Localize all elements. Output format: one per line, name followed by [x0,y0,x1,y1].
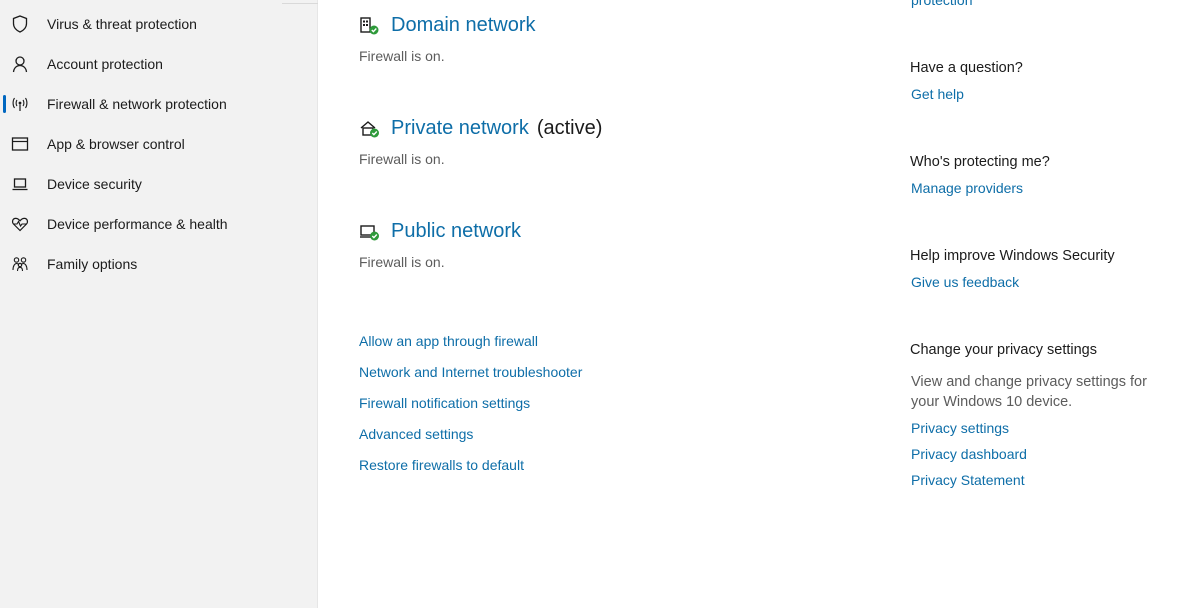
privacy-statement-link[interactable]: Privacy Statement [911,472,1025,488]
person-icon [10,54,30,74]
manage-providers-link[interactable]: Manage providers [911,180,1023,196]
privacy-description: View and change privacy settings for you… [911,374,1147,410]
private-network-title: Private network (active) [391,117,602,140]
sidebar-item-virus-threat-protection[interactable]: Virus & threat protection [0,4,318,44]
improve-heading: Help improve Windows Security [910,248,1115,264]
heart-pulse-icon [10,214,30,234]
antenna-icon [10,94,30,114]
domain-network-status: Firewall is on. [359,48,445,64]
protection-link-partial[interactable]: protection [911,0,972,8]
domain-network-link[interactable]: Domain network [391,14,536,37]
firewall-notification-settings-link[interactable]: Firewall notification settings [359,395,530,411]
private-network-icon [359,119,381,139]
public-network-icon [359,222,381,242]
sidebar-item-account-protection[interactable]: Account protection [0,44,318,84]
domain-network-icon [359,16,381,36]
private-network-status: Firewall is on. [359,151,445,167]
shield-icon [10,14,30,34]
privacy-settings-link[interactable]: Privacy settings [911,420,1009,436]
privacy-heading: Change your privacy settings [910,342,1097,358]
give-feedback-link[interactable]: Give us feedback [911,274,1019,290]
sidebar-item-family-options[interactable]: Family options [0,244,318,284]
sidebar-item-firewall-network-protection[interactable]: Firewall & network protection [0,84,318,124]
active-tag: (active) [536,117,603,139]
sidebar-item-label: Device security [47,176,142,192]
privacy-dashboard-link[interactable]: Privacy dashboard [911,446,1027,462]
family-icon [10,254,30,274]
sidebar-top-divider [282,0,318,4]
laptop-icon [10,174,30,194]
selection-indicator [3,95,6,113]
sidebar-item-label: Family options [47,256,138,272]
sidebar-item-label: Account protection [47,56,163,72]
sidebar-item-label: App & browser control [47,136,185,152]
allow-app-through-firewall-link[interactable]: Allow an app through firewall [359,333,538,349]
browser-window-icon [10,134,30,154]
protecting-heading: Who's protecting me? [910,154,1050,170]
sidebar-item-device-performance-health[interactable]: Device performance & health [0,204,318,244]
network-troubleshooter-link[interactable]: Network and Internet troubleshooter [359,364,582,380]
get-help-link[interactable]: Get help [911,86,964,102]
public-network-status: Firewall is on. [359,254,445,270]
sidebar-item-label: Virus & threat protection [47,16,197,32]
question-heading: Have a question? [910,60,1023,76]
sidebar-item-label: Firewall & network protection [47,96,227,112]
restore-firewalls-default-link[interactable]: Restore firewalls to default [359,457,524,473]
sidebar-item-app-browser-control[interactable]: App & browser control [0,124,318,164]
navigation-sidebar: Virus & threat protection Account protec… [0,0,318,608]
public-network-link[interactable]: Public network [391,220,521,243]
advanced-settings-link[interactable]: Advanced settings [359,426,473,442]
sidebar-item-label: Device performance & health [47,216,228,232]
sidebar-item-device-security[interactable]: Device security [0,164,318,204]
private-network-link[interactable]: Private network [391,117,529,139]
